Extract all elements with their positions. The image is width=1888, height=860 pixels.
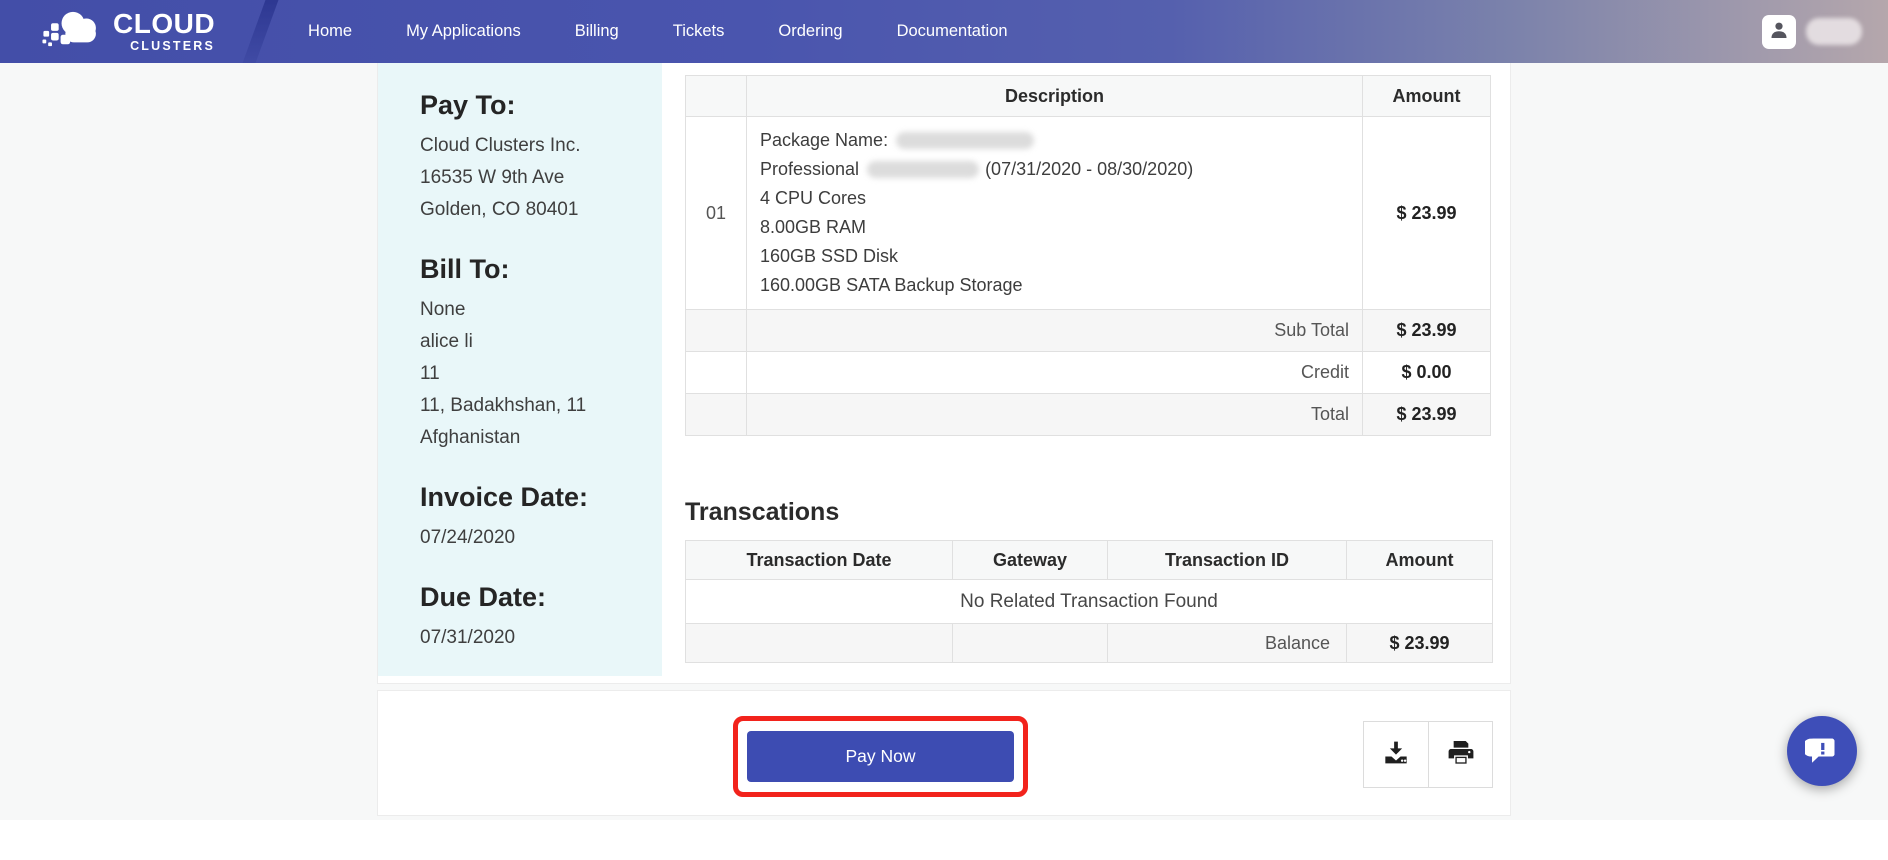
- subtotal-amount: $ 23.99: [1363, 310, 1491, 352]
- empty-transactions-row: No Related Transaction Found: [686, 580, 1493, 624]
- due-date-value: 07/31/2020: [420, 622, 644, 654]
- amount-header: Amount: [1347, 541, 1493, 580]
- item-package-line: Package Name:: [760, 126, 1348, 155]
- table-header-row: Transaction Date Gateway Transaction ID …: [686, 541, 1493, 580]
- table-header-row: Description Amount: [686, 76, 1491, 117]
- invoice-card: Pay To: Cloud Clusters Inc. 16535 W 9th …: [377, 63, 1511, 684]
- invoice-date-value: 07/24/2020: [420, 522, 644, 554]
- pay-to-line: 16535 W 9th Ave: [420, 162, 644, 194]
- item-description: Package Name: Professional(07/31/2020 - …: [747, 117, 1363, 310]
- nav-item-documentation[interactable]: Documentation: [870, 0, 1035, 63]
- chat-support-fab[interactable]: [1787, 716, 1857, 786]
- pay-to-heading: Pay To:: [420, 88, 644, 122]
- download-invoice-button[interactable]: [1364, 722, 1428, 787]
- invoice-date-heading: Invoice Date:: [420, 480, 644, 514]
- pay-to-line: Cloud Clusters Inc.: [420, 130, 644, 162]
- total-label: Total: [747, 394, 1363, 436]
- redacted-username: [1806, 18, 1862, 45]
- main-navigation: Home My Applications Billing Tickets Ord…: [281, 0, 1035, 63]
- nav-item-my-applications[interactable]: My Applications: [379, 0, 548, 63]
- balance-amount: $ 23.99: [1347, 624, 1493, 663]
- gateway-header: Gateway: [953, 541, 1108, 580]
- blank-cell: [686, 310, 747, 352]
- page: CLOUD CLUSTERS Home My Applications Bill…: [0, 0, 1888, 860]
- transaction-date-header: Transaction Date: [686, 541, 953, 580]
- chat-bubble-icon: [1805, 733, 1839, 770]
- total-amount: $ 23.99: [1363, 394, 1491, 436]
- cloud-logo-icon: [42, 8, 104, 55]
- bill-to-line: 11, Badakhshan, 11: [420, 390, 644, 422]
- item-spec-line: 8.00GB RAM: [760, 213, 1348, 242]
- user-account-button[interactable]: [1762, 15, 1796, 49]
- bill-to-line: alice li: [420, 326, 644, 358]
- download-icon: [1380, 737, 1412, 772]
- brand-logo[interactable]: CLOUD CLUSTERS: [42, 8, 215, 55]
- print-icon: [1445, 737, 1477, 772]
- transactions-table: Transaction Date Gateway Transaction ID …: [685, 540, 1493, 663]
- navbar-diagonal-divider: [243, 0, 279, 63]
- invoice-doc-buttons: [1363, 721, 1493, 788]
- bill-to-line: 11: [420, 358, 644, 390]
- num-column-header: [686, 76, 747, 117]
- brand-line1: CLOUD: [113, 10, 215, 38]
- amount-column-header: Amount: [1363, 76, 1491, 117]
- redacted-plan-name: [867, 161, 979, 178]
- subtotal-label: Sub Total: [747, 310, 1363, 352]
- invoice-info-panel: Pay To: Cloud Clusters Inc. 16535 W 9th …: [378, 63, 662, 676]
- description-column-header: Description: [747, 76, 1363, 117]
- nav-item-tickets[interactable]: Tickets: [646, 0, 752, 63]
- item-number: 01: [686, 117, 747, 310]
- blank-cell: [686, 624, 953, 663]
- transactions-heading: Transcations: [685, 498, 839, 527]
- item-spec-line: 160.00GB SATA Backup Storage: [760, 271, 1348, 300]
- blank-cell: [953, 624, 1108, 663]
- brand-line2: CLUSTERS: [130, 40, 215, 53]
- transactions-area: Transaction Date Gateway Transaction ID …: [685, 540, 1493, 663]
- item-spec-line: 4 CPU Cores: [760, 184, 1348, 213]
- invoice-items-area: Description Amount 01 Package Name: Prof…: [685, 75, 1492, 436]
- navbar-user-area: [1762, 0, 1862, 63]
- nav-item-home[interactable]: Home: [281, 0, 379, 63]
- total-row: Total $ 23.99: [686, 394, 1491, 436]
- redacted-package-name: [896, 132, 1034, 149]
- nav-item-billing[interactable]: Billing: [548, 0, 646, 63]
- item-amount: $ 23.99: [1363, 117, 1491, 310]
- credit-amount: $ 0.00: [1363, 352, 1491, 394]
- balance-row: Balance $ 23.99: [686, 624, 1493, 663]
- payment-actions-card: Pay Now: [377, 690, 1511, 816]
- invoice-items-table: Description Amount 01 Package Name: Prof…: [685, 75, 1491, 436]
- brand-text: CLOUD CLUSTERS: [113, 10, 215, 53]
- top-navbar: CLOUD CLUSTERS Home My Applications Bill…: [0, 0, 1888, 63]
- item-spec-line: 160GB SSD Disk: [760, 242, 1348, 271]
- nav-item-ordering[interactable]: Ordering: [751, 0, 869, 63]
- item-plan-line: Professional(07/31/2020 - 08/30/2020): [760, 155, 1348, 184]
- blank-cell: [686, 394, 747, 436]
- pay-now-button[interactable]: Pay Now: [747, 731, 1014, 782]
- person-icon: [1767, 18, 1791, 45]
- pay-to-line: Golden, CO 80401: [420, 194, 644, 226]
- transaction-id-header: Transaction ID: [1108, 541, 1347, 580]
- invoice-item-row: 01 Package Name: Professional(07/31/2020…: [686, 117, 1491, 310]
- print-invoice-button[interactable]: [1428, 722, 1492, 787]
- no-transactions-message: No Related Transaction Found: [686, 580, 1493, 624]
- bill-to-heading: Bill To:: [420, 252, 644, 286]
- content-background: Pay To: Cloud Clusters Inc. 16535 W 9th …: [0, 63, 1888, 820]
- subtotal-row: Sub Total $ 23.99: [686, 310, 1491, 352]
- pay-now-highlight-box: Pay Now: [733, 716, 1028, 797]
- credit-row: Credit $ 0.00: [686, 352, 1491, 394]
- blank-cell: [686, 352, 747, 394]
- bill-to-line: Afghanistan: [420, 422, 644, 454]
- credit-label: Credit: [747, 352, 1363, 394]
- bill-to-line: None: [420, 294, 644, 326]
- due-date-heading: Due Date:: [420, 580, 644, 614]
- balance-label: Balance: [1108, 624, 1347, 663]
